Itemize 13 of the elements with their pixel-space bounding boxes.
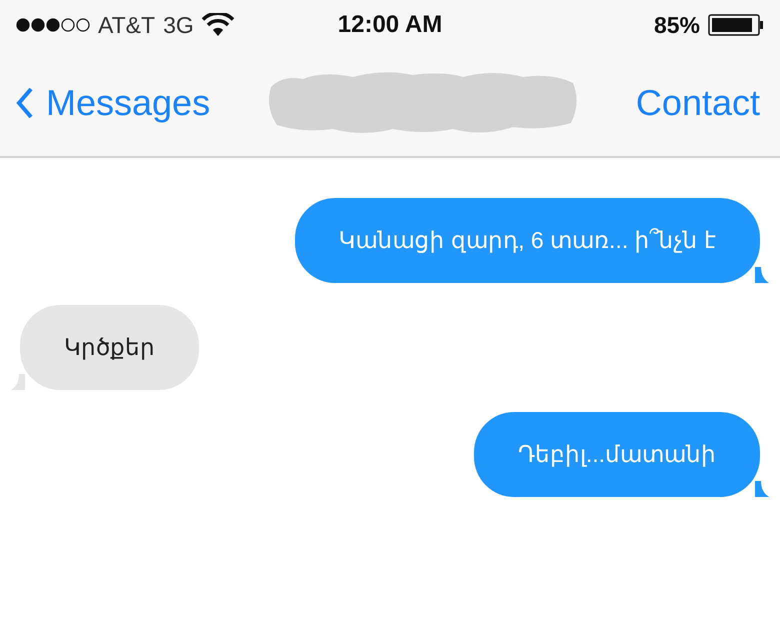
bubble-tail-icon	[755, 267, 769, 283]
bubble-tail-icon	[11, 374, 25, 390]
wifi-icon	[202, 13, 234, 37]
back-button[interactable]: Messages	[16, 82, 210, 124]
battery-icon	[708, 14, 764, 36]
carrier-name: AT&T	[98, 12, 156, 38]
clock-time: 12:00 AM	[338, 11, 442, 39]
contact-button[interactable]: Contact	[636, 82, 760, 124]
network-type: 3G	[163, 12, 194, 38]
chevron-icon	[16, 87, 34, 119]
battery-percent: 85%	[654, 12, 700, 38]
bubble-tail-icon	[755, 481, 769, 497]
signal-icon	[16, 18, 90, 32]
